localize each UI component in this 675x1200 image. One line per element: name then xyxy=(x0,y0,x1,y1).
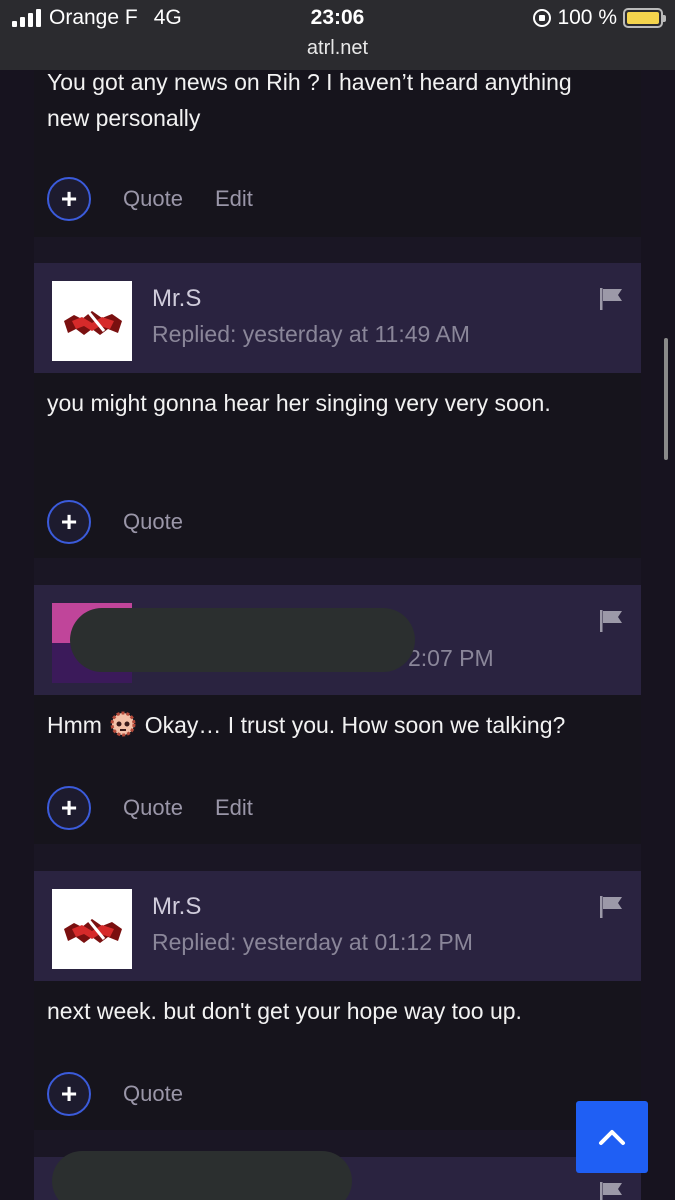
avatar-logo-icon xyxy=(52,889,132,969)
post-actions: + Quote xyxy=(47,500,183,544)
exploding-head-emoji-icon xyxy=(110,711,136,737)
redacted-avatar xyxy=(52,1151,352,1200)
post: You got any news on Rih ? I haven’t hear… xyxy=(34,69,641,237)
post: Mr.S Replied: yesterday at 11:49 AM you … xyxy=(34,263,641,558)
post-body: You got any news on Rih ? I haven’t hear… xyxy=(47,69,572,131)
post-text-start: Hmm xyxy=(47,712,102,738)
post xyxy=(34,1151,641,1200)
post: 2:07 PM Hmm Okay… I trust you. How soon … xyxy=(34,585,641,844)
reply-timestamp: Replied: yesterday at 11:49 AM xyxy=(152,321,470,347)
post-text-end: Okay… I trust you. How soon we talking? xyxy=(144,712,566,738)
quote-link[interactable]: Quote xyxy=(123,509,183,535)
flag-icon[interactable] xyxy=(599,1182,623,1200)
plus-icon[interactable]: + xyxy=(47,786,91,830)
username[interactable]: Mr.S xyxy=(152,893,201,921)
quote-link[interactable]: Quote xyxy=(123,795,183,821)
flag-icon[interactable] xyxy=(599,896,623,918)
reply-timestamp: 2:07 PM xyxy=(408,645,494,671)
status-bar: Orange F 4G 23:06 atrl.net 100 % xyxy=(0,0,675,70)
flag-icon[interactable] xyxy=(599,610,623,632)
post-actions: + Quote Edit xyxy=(47,786,253,830)
chevron-up-icon xyxy=(599,1130,625,1145)
edit-link[interactable]: Edit xyxy=(215,795,253,821)
post-body: you might gonna hear her singing very ve… xyxy=(47,390,551,416)
right-gutter xyxy=(641,70,675,1200)
rotation-lock-icon xyxy=(533,9,552,27)
quote-link[interactable]: Quote xyxy=(123,186,183,212)
post-actions: + Quote xyxy=(47,1072,183,1116)
battery-icon xyxy=(623,8,666,28)
post-header: Mr.S Replied: yesterday at 11:49 AM xyxy=(34,263,641,373)
quote-link[interactable]: Quote xyxy=(123,1081,183,1107)
redacted-name xyxy=(70,608,415,672)
post-body: next week. but don't get your hope way t… xyxy=(47,998,522,1024)
scrollbar[interactable] xyxy=(664,338,668,460)
plus-icon[interactable]: + xyxy=(47,500,91,544)
edit-link[interactable]: Edit xyxy=(215,186,253,212)
avatar-logo-icon xyxy=(52,281,132,361)
post-actions: + Quote Edit xyxy=(47,177,253,221)
plus-icon[interactable]: + xyxy=(47,1072,91,1116)
avatar[interactable] xyxy=(52,889,132,969)
page: You got any news on Rih ? I haven’t hear… xyxy=(0,0,675,1200)
battery-percent: 100 % xyxy=(557,6,617,29)
post: Mr.S Replied: yesterday at 01:12 PM next… xyxy=(34,871,641,1130)
battery-info: 100 % xyxy=(533,6,666,30)
avatar[interactable] xyxy=(52,281,132,361)
post-body: Hmm Okay… I trust you. How soon we talki… xyxy=(47,707,632,743)
address-bar[interactable]: atrl.net xyxy=(0,37,675,60)
reply-timestamp: Replied: yesterday at 01:12 PM xyxy=(152,929,473,955)
flag-icon[interactable] xyxy=(599,288,623,310)
scroll-to-top-button[interactable] xyxy=(576,1101,648,1173)
plus-icon[interactable]: + xyxy=(47,177,91,221)
username[interactable]: Mr.S xyxy=(152,285,201,313)
left-gutter xyxy=(0,70,34,1200)
post-header: Mr.S Replied: yesterday at 01:12 PM xyxy=(34,871,641,981)
